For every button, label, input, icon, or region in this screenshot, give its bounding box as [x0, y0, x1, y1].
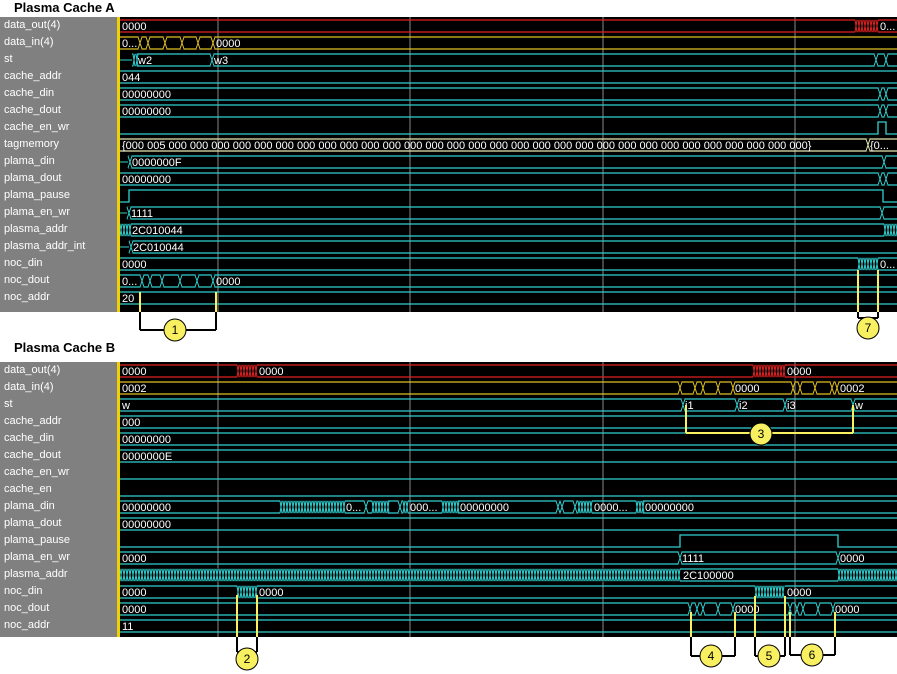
- signal-value: 0000: [122, 21, 146, 33]
- signal-value: 20: [122, 293, 134, 305]
- dense-transitions: [371, 500, 390, 514]
- dense-transitions: [837, 568, 897, 582]
- waveform-view[interactable]: 0000 0...0... 0000w2 w30440000000000000000{…: [0, 0, 897, 674]
- marker-number: 4: [708, 649, 715, 663]
- signal-value: 2C010044: [132, 225, 183, 237]
- dense-transitions: [857, 257, 879, 271]
- signal-value: 0000: [840, 553, 864, 565]
- dense-transitions: [577, 500, 593, 514]
- signal-value: 0...: [880, 21, 895, 33]
- signal-value: 2C100000: [683, 570, 734, 582]
- signal-value: 00000000: [122, 89, 171, 101]
- signal-value: 1111: [131, 208, 153, 220]
- signal-value: 0002: [122, 383, 146, 395]
- signal-value: 0000: [122, 366, 146, 378]
- time-cursor-a[interactable]: [117, 17, 120, 312]
- signal-value: i2: [739, 400, 748, 412]
- signal-value: 0000: [216, 276, 240, 288]
- marker-number: 2: [244, 652, 251, 666]
- signal-value: 0...: [122, 276, 137, 288]
- signal-value: {000 005 000 000 000 000 000 000 000 000…: [122, 140, 812, 152]
- signal-value: 0000: [122, 587, 146, 599]
- dense-transitions: [635, 500, 645, 514]
- signal-value: 0000...: [594, 502, 628, 514]
- signal-value: 0000: [122, 259, 146, 271]
- waveform-area-a: [120, 17, 897, 312]
- signal-value: 000...: [410, 502, 438, 514]
- marker-number: 6: [809, 648, 816, 662]
- signal-value: 00000000: [122, 519, 171, 531]
- signal-value: 00000000: [645, 502, 694, 514]
- signal-value: w3: [213, 55, 228, 67]
- signal-value: 1111: [682, 553, 704, 565]
- dense-transitions: [441, 500, 460, 514]
- signal-value: 0000: [122, 604, 146, 616]
- dense-transitions: [402, 500, 409, 514]
- signal-value: 0002: [840, 383, 864, 395]
- dense-transitions: [119, 568, 681, 582]
- marker-number: 5: [766, 649, 773, 663]
- signal-value: 00000000: [122, 502, 171, 514]
- signal-value: 000: [122, 417, 140, 429]
- signal-value: {0...: [870, 140, 889, 152]
- signal-value: 0000: [787, 587, 811, 599]
- signal-value: 00000000: [460, 502, 509, 514]
- dense-transitions: [279, 500, 346, 514]
- signal-value: 0000: [835, 604, 859, 616]
- signal-value: 0000: [735, 383, 759, 395]
- signal-value: 00000000: [122, 174, 171, 186]
- dense-transitions: [883, 223, 897, 237]
- signal-value: 00000000: [122, 106, 171, 118]
- marker-number: 3: [758, 427, 765, 441]
- signal-value: w2: [137, 55, 152, 67]
- signal-value: 0000: [216, 38, 240, 50]
- dense-transitions: [752, 364, 786, 378]
- signal-value: 0000: [787, 366, 811, 378]
- signal-value: 0000: [259, 366, 283, 378]
- signal-value: w: [854, 400, 863, 412]
- signal-value: 0...: [346, 502, 361, 514]
- dense-transitions: [854, 19, 879, 33]
- signal-value: 0...: [122, 38, 137, 50]
- signal-value: 0000: [259, 587, 283, 599]
- dense-transitions: [236, 364, 258, 378]
- signal-value: 044: [122, 72, 140, 84]
- signal-value: 0000: [122, 553, 146, 565]
- signal-value: i3: [787, 400, 796, 412]
- signal-value: 00000000: [122, 434, 171, 446]
- signal-value: w: [121, 400, 130, 412]
- marker-number: 1: [172, 323, 179, 337]
- signal-value: 0...: [880, 259, 895, 271]
- dense-transitions: [754, 585, 785, 599]
- dense-transitions: [119, 223, 132, 237]
- signal-value: 0000000E: [122, 451, 172, 463]
- signal-value: 2C010044: [133, 242, 184, 254]
- signal-value: 0000000F: [132, 157, 182, 169]
- signal-value: 11: [122, 621, 133, 633]
- time-cursor-b[interactable]: [117, 362, 120, 637]
- marker-number: 7: [865, 321, 872, 335]
- waveform-row: {000 005 000 000 000 000 000 000 000 000…: [120, 138, 897, 152]
- dense-transitions: [236, 585, 258, 599]
